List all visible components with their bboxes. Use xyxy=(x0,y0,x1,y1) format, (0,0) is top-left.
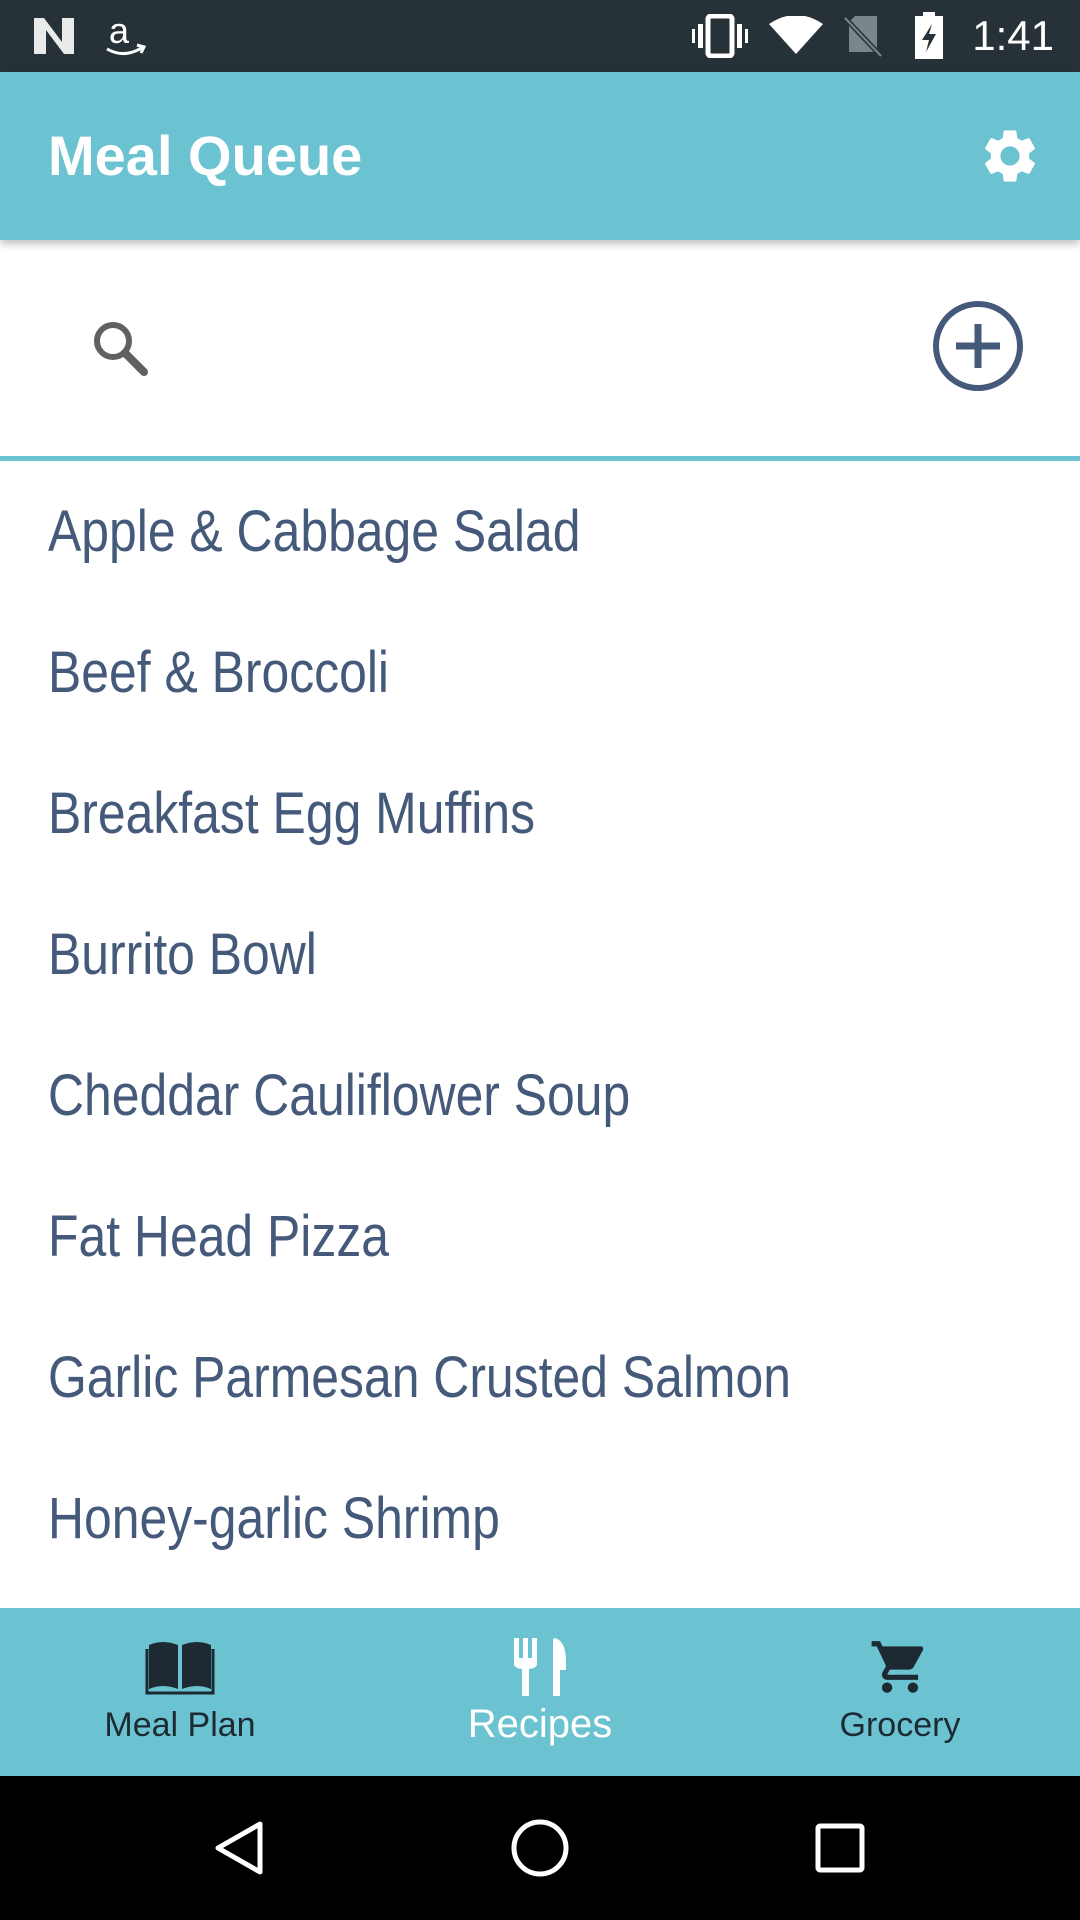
add-circle-icon xyxy=(933,301,1023,391)
recipe-item-label: Burrito Bowl xyxy=(48,922,317,987)
recents-button[interactable] xyxy=(808,1816,872,1880)
fork-knife-icon xyxy=(510,1634,570,1700)
app-title: Meal Queue xyxy=(48,124,363,187)
recipe-item[interactable]: Fat Head Pizza xyxy=(0,1166,1080,1307)
recipe-item-label: Fat Head Pizza xyxy=(48,1204,390,1269)
recipe-item[interactable]: Beef & Broccoli xyxy=(0,602,1080,743)
nav-tab-recipes[interactable]: Recipes xyxy=(360,1608,720,1776)
n-notification-icon xyxy=(28,12,80,60)
back-button[interactable] xyxy=(208,1816,272,1880)
nav-label: Recipes xyxy=(467,1702,613,1746)
search-icon xyxy=(88,316,152,380)
recipe-item[interactable]: Garlic Parmesan Crusted Salmon xyxy=(0,1307,1080,1448)
app-screen: a 1:41 Meal Queue Apple & Cabbage Salad … xyxy=(0,0,1080,1920)
bottom-navigation: Meal Plan Recipes Grocery xyxy=(0,1608,1080,1776)
home-circle-icon xyxy=(511,1819,569,1877)
nav-tab-grocery[interactable]: Grocery xyxy=(720,1608,1080,1776)
no-sim-icon xyxy=(840,12,886,60)
status-bar: a 1:41 xyxy=(0,0,1080,72)
cart-icon xyxy=(868,1634,932,1700)
amazon-icon: a xyxy=(100,12,150,60)
nav-tab-meal-plan[interactable]: Meal Plan xyxy=(0,1608,360,1776)
settings-button[interactable] xyxy=(976,122,1044,190)
recipe-item-label: Garlic Parmesan Crusted Salmon xyxy=(48,1345,791,1410)
recipe-item-label: Breakfast Egg Muffins xyxy=(48,781,536,846)
status-time: 1:41 xyxy=(972,12,1054,59)
recipe-item-label: Honey-garlic Shrimp xyxy=(48,1486,500,1551)
recipe-item[interactable]: Breakfast Egg Muffins xyxy=(0,743,1080,884)
recipe-item[interactable]: Burrito Bowl xyxy=(0,884,1080,1025)
recipe-item-label: Cheddar Cauliflower Soup xyxy=(48,1063,631,1128)
recipe-item[interactable]: Honey-garlic Shrimp xyxy=(0,1448,1080,1589)
recipe-item-label: Apple & Cabbage Salad xyxy=(48,499,581,564)
search-bar xyxy=(0,240,1080,456)
vibrate-icon xyxy=(690,12,750,60)
back-triangle-icon xyxy=(215,1821,263,1875)
battery-charging-icon xyxy=(912,12,946,60)
home-button[interactable] xyxy=(508,1816,572,1880)
recipe-list: Apple & Cabbage Salad Beef & Broccoli Br… xyxy=(0,461,1080,1608)
recents-square-icon xyxy=(815,1823,865,1873)
nav-label: Grocery xyxy=(839,1706,961,1744)
book-icon xyxy=(145,1634,215,1700)
nav-label: Meal Plan xyxy=(104,1706,256,1744)
svg-text:a: a xyxy=(109,13,130,51)
recipe-item-label: Beef & Broccoli xyxy=(48,640,390,705)
recipe-item[interactable]: Apple & Cabbage Salad xyxy=(0,461,1080,602)
gear-icon xyxy=(985,130,1035,182)
recipe-item[interactable]: Cheddar Cauliflower Soup xyxy=(0,1025,1080,1166)
app-bar: Meal Queue xyxy=(0,72,1080,240)
system-navigation-bar xyxy=(0,1776,1080,1920)
search-input[interactable] xyxy=(170,300,894,398)
wifi-icon xyxy=(768,12,824,60)
add-recipe-button[interactable] xyxy=(928,296,1028,396)
